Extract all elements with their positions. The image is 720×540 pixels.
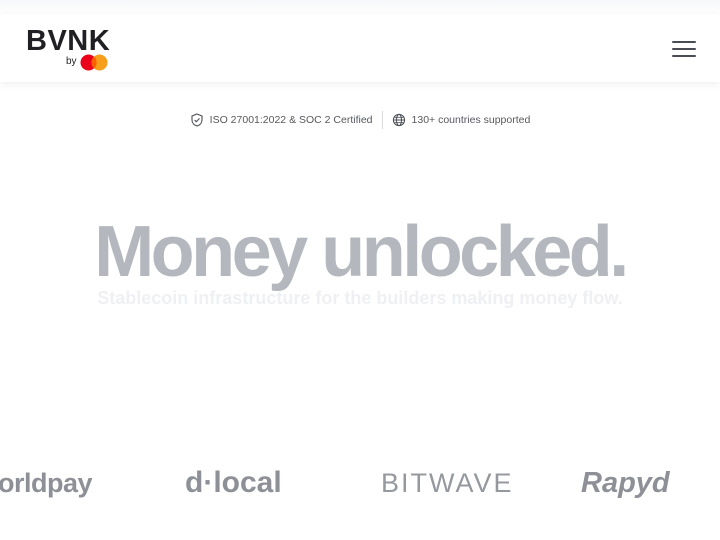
partner-logo-rapyd: Rapyd [581,467,670,499]
hero-subheadline: Stablecoin infrastructure for the builde… [97,288,623,308]
shield-check-icon [191,113,203,127]
site-header: BVNK by [0,14,720,82]
partner-logo-dlocal: d·local [185,466,282,499]
logo-by-text: by [66,56,77,67]
certification-badges: ISO 27001:2022 & SOC 2 Certified 130+ co… [0,110,720,130]
partner-logos: orldpay d·local BITWAVE Rapyd [0,460,720,510]
partner-logo-bitwave: BITWAVE [381,468,514,498]
hamburger-menu-icon[interactable] [672,41,696,57]
mastercard-mark-icon [80,54,108,71]
badge-divider [381,111,383,129]
badge-certified: ISO 27001:2022 & SOC 2 Certified [190,113,373,127]
partner-logo-worldpay: orldpay [0,468,93,498]
badge-countries: 130+ countries supported [392,113,531,127]
globe-icon [392,113,405,127]
page: BVNK by ISO 27001:2022 & SOC 2 Certified [0,0,720,540]
badge-certified-label: ISO 27001:2022 & SOC 2 Certified [209,114,373,126]
logo-wordmark: BVNK [26,25,111,57]
badge-countries-label: 130+ countries supported [411,114,531,126]
bvnk-logo[interactable]: BVNK by [26,26,110,72]
top-strip [0,0,720,14]
